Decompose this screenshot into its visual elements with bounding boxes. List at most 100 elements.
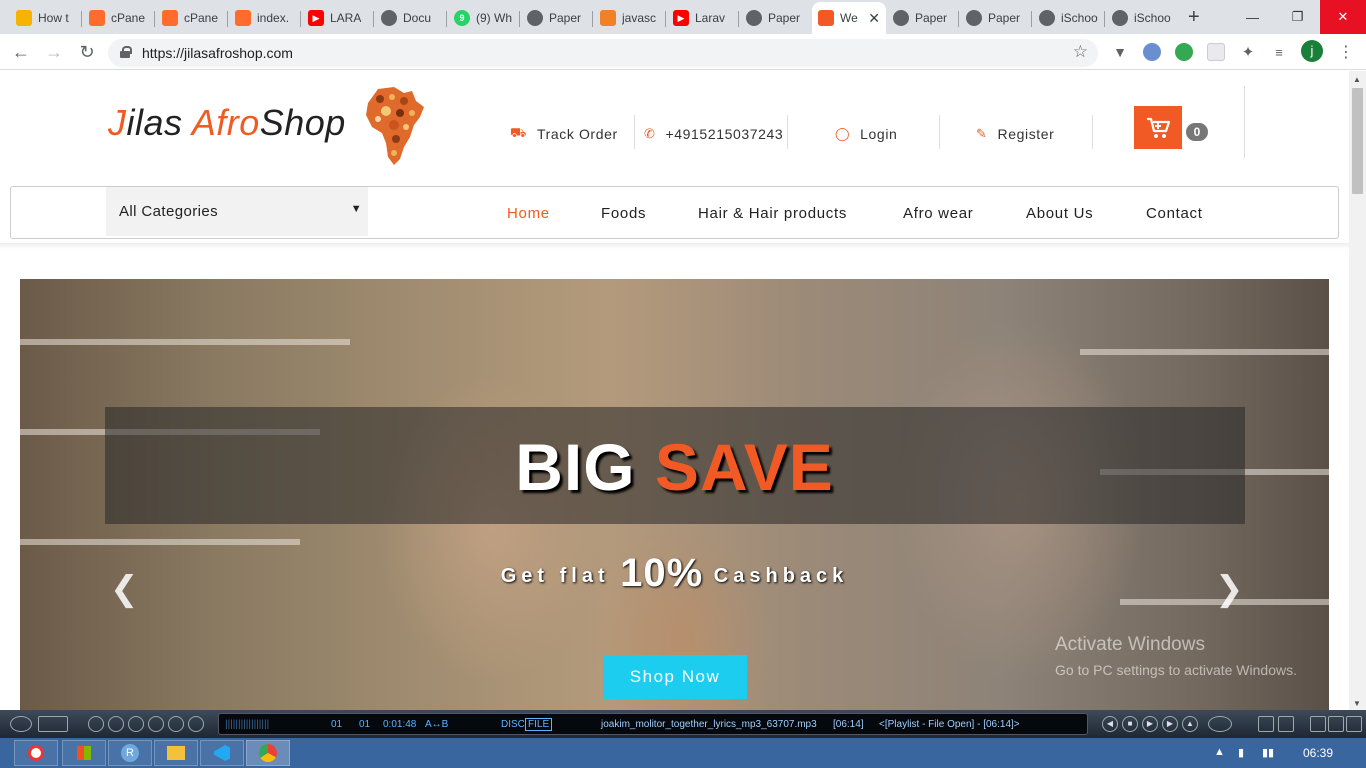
record-icon[interactable] [128, 716, 144, 732]
browser-tab[interactable]: Paper [960, 4, 1032, 32]
edit-icon: ✎ [976, 126, 988, 141]
profile-avatar[interactable]: j [1301, 40, 1323, 62]
play-pause-icon[interactable]: ▶ [1142, 716, 1158, 732]
whatsapp-icon: 9 [454, 10, 470, 26]
mc-button[interactable] [1258, 716, 1274, 732]
effects-icon[interactable] [148, 716, 164, 732]
nav-contact[interactable]: Contact [1146, 205, 1203, 222]
folder-icon [16, 10, 32, 26]
nav-foods[interactable]: Foods [601, 205, 646, 222]
player-minimize-icon[interactable] [1310, 716, 1326, 732]
next-track-icon[interactable]: ▶ [1162, 716, 1178, 732]
eject-icon[interactable]: ▲ [1182, 716, 1198, 732]
login-link[interactable]: ◯ Login [835, 119, 897, 149]
browser-tab[interactable]: ▶ LARA [302, 4, 374, 32]
address-bar[interactable]: https://jilasafroshop.com ☆ [108, 39, 1098, 67]
nav-home[interactable]: Home [507, 205, 550, 222]
player-mode-icon[interactable] [38, 716, 68, 732]
bookmark-star-icon[interactable]: ☆ [1073, 42, 1088, 62]
browser-tab-active[interactable]: We ✕ [812, 2, 886, 34]
volume-icon[interactable] [1208, 716, 1232, 732]
close-window-icon[interactable]: ✕ [1320, 0, 1366, 34]
extension-icon[interactable] [1207, 43, 1225, 61]
browser-tab[interactable]: iSchoo [1106, 4, 1178, 32]
vimeo-extension-icon[interactable]: ▼ [1111, 43, 1129, 61]
nav-afro-wear[interactable]: Afro wear [903, 205, 974, 222]
cpanel-icon [235, 10, 251, 26]
network-signal-icon[interactable]: ▮▮ [1262, 746, 1274, 759]
browser-tab-bar: How t cPane cPane index. ▶ LARA Docu 9 (9)… [0, 0, 1366, 34]
carousel-prev-icon[interactable]: ❮ [110, 569, 139, 609]
category-select[interactable]: All Categories ▼ [106, 187, 368, 236]
microphone-icon[interactable] [188, 716, 204, 732]
open-icon[interactable] [88, 716, 104, 732]
scrollbar-thumb[interactable] [1352, 88, 1363, 194]
close-tab-icon[interactable]: ✕ [868, 10, 880, 27]
back-icon[interactable]: ← [10, 41, 32, 63]
browser-tab[interactable]: 9 (9) Wh [448, 4, 520, 32]
scroll-down-icon[interactable]: ▼ [1353, 699, 1361, 708]
africa-icon [818, 10, 834, 26]
browser-tab[interactable]: cPane [83, 4, 155, 32]
xml-extension-icon[interactable] [1175, 43, 1193, 61]
scroll-up-icon[interactable]: ▲ [1353, 75, 1361, 84]
settings-icon[interactable] [108, 716, 124, 732]
page-viewport: Jilas AfroShop ⛟ Track Order ✆ +4915215037… [0, 71, 1349, 710]
tray-expand-icon[interactable]: ▲ [1214, 746, 1225, 758]
nav-hair-products[interactable]: Hair & Hair products [698, 205, 847, 222]
browser-tab[interactable]: ▶ Larav [667, 4, 739, 32]
start-browser-icon[interactable] [14, 740, 58, 766]
player-close-icon[interactable] [1346, 716, 1362, 732]
hero-headline: BIG SAVE [515, 430, 834, 504]
cart-button[interactable] [1134, 106, 1182, 149]
chrome-taskbar-icon[interactable] [246, 740, 290, 766]
browser-tab[interactable]: javasc [594, 4, 666, 32]
site-logo[interactable]: Jilas AfroShop [108, 102, 346, 144]
browser-tab[interactable]: Docu [375, 4, 447, 32]
track-order-link[interactable]: ⛟ Track Order [510, 119, 618, 149]
shelf-decoration [20, 339, 350, 345]
player-display: ||||||||||||||||| 01 01 0:01:48 A↔B DISC… [218, 713, 1088, 735]
browser-tab[interactable]: iSchoo [1033, 4, 1105, 32]
globe-icon [1039, 10, 1055, 26]
r-app-icon[interactable]: R [108, 740, 152, 766]
file-explorer-icon[interactable] [154, 740, 198, 766]
carousel-next-icon[interactable]: ❯ [1215, 569, 1244, 609]
cpanel-icon [89, 10, 105, 26]
system-clock[interactable]: 06:39 [1303, 746, 1333, 760]
pl-button[interactable] [1278, 716, 1294, 732]
browser-tab[interactable]: How t [10, 4, 82, 32]
windows-taskbar: R ▲ ▮ ▮▮ 06:39 [0, 738, 1366, 768]
register-link[interactable]: ✎ Register [976, 119, 1054, 149]
minimize-window-icon[interactable]: — [1230, 0, 1275, 34]
extension-icon[interactable] [1143, 43, 1161, 61]
browser-toolbar: ← → ↻ https://jilasafroshop.com ☆ ▼ ✦ ≡ … [0, 34, 1366, 70]
previous-track-icon[interactable]: ◀ [1102, 716, 1118, 732]
browser-tab[interactable]: Paper [740, 4, 812, 32]
shop-now-button[interactable]: Shop Now [603, 655, 747, 699]
stop-icon[interactable]: ■ [1122, 716, 1138, 732]
browser-tab[interactable]: cPane [156, 4, 228, 32]
forward-icon[interactable]: → [43, 41, 65, 63]
page-scrollbar[interactable]: ▲ ▼ [1349, 71, 1366, 710]
globe-icon [893, 10, 909, 26]
battery-icon[interactable]: ▮ [1238, 746, 1244, 759]
windows-start-icon[interactable] [62, 740, 106, 766]
new-tab-icon[interactable]: + [1188, 6, 1200, 29]
track-title: joakim_molitor_together_lyrics_mp3_63707… [601, 719, 817, 730]
phone-link[interactable]: ✆ +4915215037243 [644, 119, 783, 149]
restore-window-icon[interactable]: ❐ [1275, 0, 1320, 34]
divider [939, 115, 940, 149]
media-control-icon[interactable]: ≡ [1270, 43, 1288, 61]
browser-tab[interactable]: Paper [521, 4, 593, 32]
puzzle-extensions-icon[interactable]: ✦ [1239, 43, 1257, 61]
repeat-icon[interactable] [168, 716, 184, 732]
browser-menu-icon[interactable]: ⋮ [1338, 42, 1354, 62]
player-restore-icon[interactable] [1328, 716, 1344, 732]
hero-subline: Get flat 10% Cashback [500, 551, 849, 595]
nav-about-us[interactable]: About Us [1026, 205, 1093, 222]
browser-tab[interactable]: Paper [887, 4, 959, 32]
vscode-icon[interactable] [200, 740, 244, 766]
reload-icon[interactable]: ↻ [76, 41, 98, 63]
browser-tab[interactable]: index. [229, 4, 301, 32]
